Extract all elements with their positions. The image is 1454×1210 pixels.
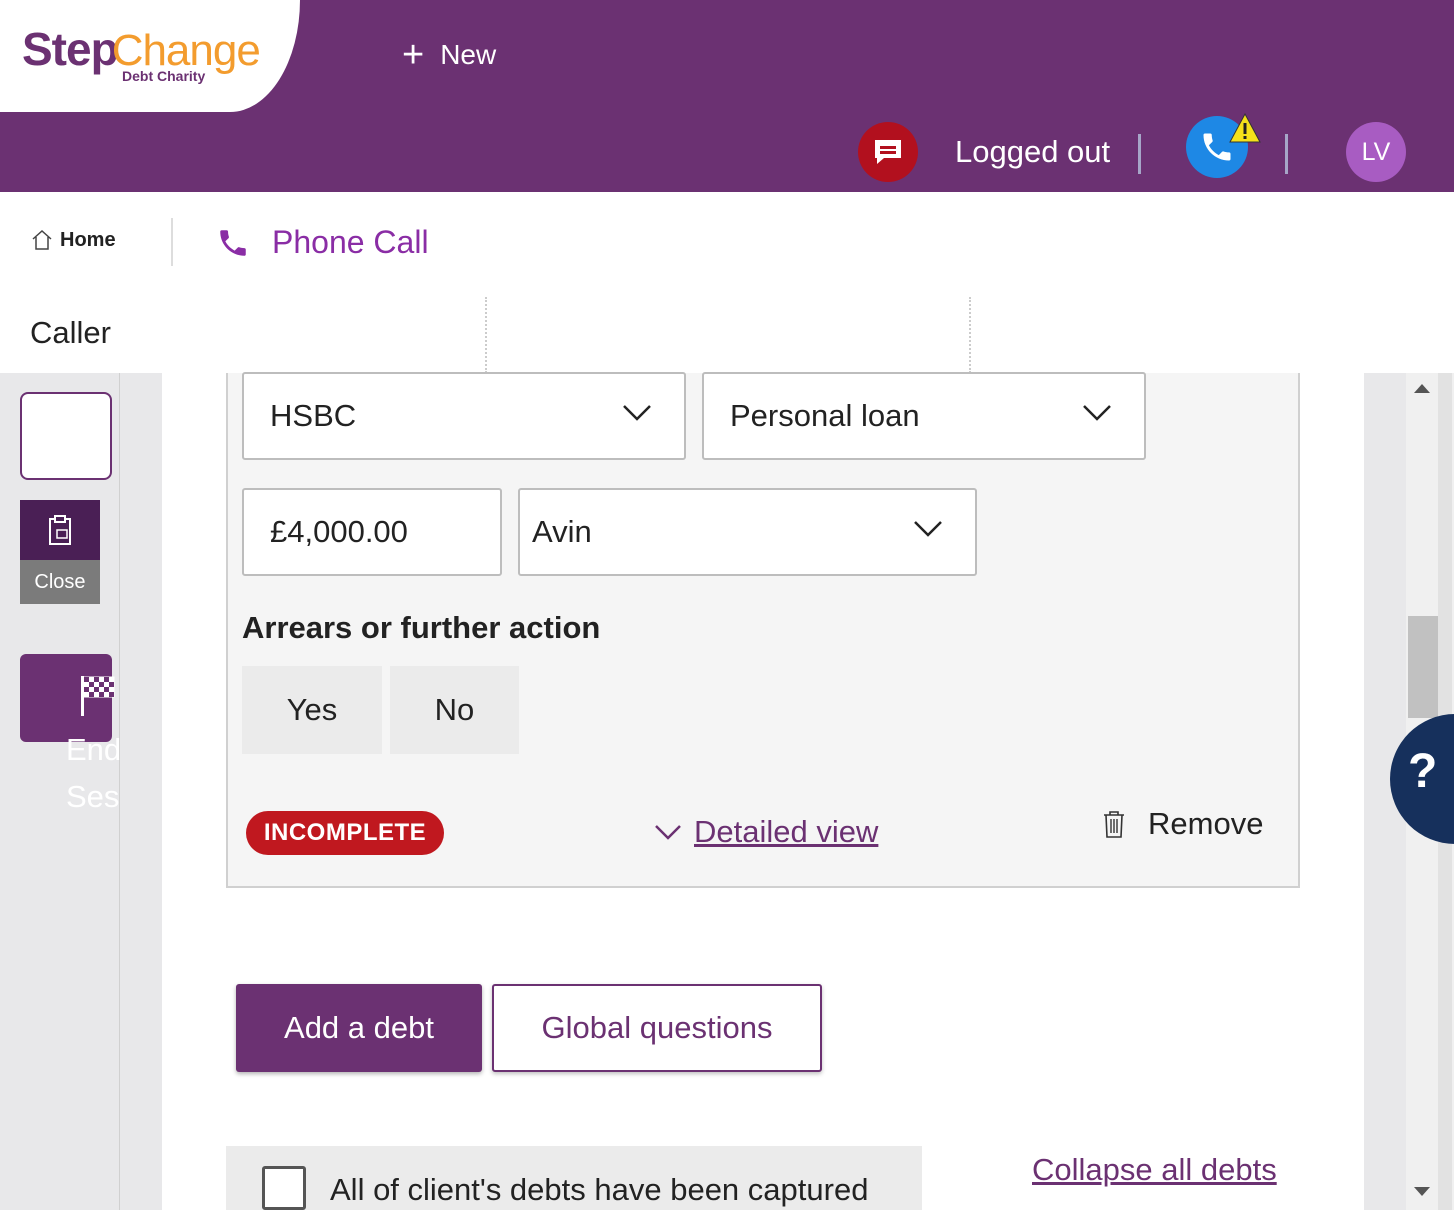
presence-status[interactable]: Logged out bbox=[955, 134, 1110, 170]
close-button[interactable]: Close bbox=[20, 500, 100, 604]
new-button-label: New bbox=[440, 39, 497, 70]
chevron-down-icon bbox=[655, 825, 681, 840]
clipboard-icon bbox=[20, 500, 100, 560]
arrears-yes-button[interactable]: Yes bbox=[242, 666, 382, 754]
add-debt-button[interactable]: Add a debt bbox=[236, 984, 482, 1072]
home-link[interactable]: Home bbox=[30, 228, 116, 252]
debts-captured-checkbox[interactable] bbox=[262, 1166, 306, 1210]
creditor-value: HSBC bbox=[270, 398, 357, 433]
logo-step-text: Step bbox=[22, 23, 119, 75]
remove-label: Remove bbox=[1148, 806, 1264, 841]
debt-type-select[interactable]: Personal loan bbox=[702, 372, 1146, 460]
new-button[interactable]: + New bbox=[402, 36, 496, 74]
scrollbar-thumb[interactable] bbox=[1408, 616, 1438, 718]
global-questions-button[interactable]: Global questions bbox=[492, 984, 822, 1072]
rail-blank-tile[interactable] bbox=[20, 392, 112, 480]
chevron-down-icon bbox=[914, 521, 942, 537]
caller-label: Caller bbox=[30, 315, 111, 350]
phone-call-tab[interactable]: Phone Call bbox=[216, 224, 429, 261]
scroll-up-icon[interactable] bbox=[1414, 384, 1430, 393]
trash-icon bbox=[1104, 811, 1124, 838]
debt-type-value: Personal loan bbox=[730, 398, 920, 433]
end-session-label: End Session bbox=[66, 732, 120, 814]
plus-icon: + bbox=[402, 34, 425, 76]
column-divider bbox=[485, 297, 487, 373]
chevron-down-icon bbox=[1083, 405, 1111, 421]
phone-call-label: Phone Call bbox=[272, 224, 429, 260]
close-label: Close bbox=[20, 560, 100, 604]
status-badge: INCOMPLETE bbox=[246, 811, 444, 855]
chevron-down-icon bbox=[623, 405, 651, 421]
scroll-down-icon[interactable] bbox=[1414, 1187, 1430, 1196]
detailed-view-link[interactable]: Detailed view bbox=[654, 814, 878, 850]
phone-icon bbox=[220, 229, 246, 256]
user-avatar[interactable]: LV bbox=[1346, 122, 1406, 182]
detailed-view-label: Detailed view bbox=[694, 814, 879, 849]
arrears-no-button[interactable]: No bbox=[390, 666, 519, 754]
breadcrumb: Home Phone Call bbox=[0, 192, 1454, 297]
column-divider bbox=[969, 297, 971, 373]
amount-input[interactable]: £4,000.00 bbox=[242, 488, 502, 576]
header-divider bbox=[1138, 134, 1141, 174]
arrears-question-label: Arrears or further action bbox=[242, 610, 601, 645]
warning-icon bbox=[1229, 112, 1261, 143]
home-icon bbox=[32, 229, 52, 250]
caller-header: Caller bbox=[0, 297, 1454, 373]
checkered-flag-icon bbox=[81, 676, 115, 716]
breadcrumb-divider bbox=[171, 218, 173, 266]
debt-owner-select[interactable]: Avin bbox=[518, 488, 977, 576]
chat-bubble-icon[interactable] bbox=[858, 122, 918, 182]
logo-area: StepChange Debt Charity bbox=[0, 0, 300, 112]
logo-subtitle: Debt Charity bbox=[122, 68, 206, 84]
content-gutter bbox=[120, 373, 162, 1210]
remove-button[interactable]: Remove bbox=[1102, 806, 1263, 842]
stepchange-logo[interactable]: StepChange Debt Charity bbox=[22, 22, 261, 84]
header-divider bbox=[1285, 134, 1288, 174]
home-label: Home bbox=[60, 228, 116, 251]
creditor-select[interactable]: HSBC bbox=[242, 372, 686, 460]
debt-owner-value: Avin bbox=[532, 514, 592, 549]
question-mark-icon: ? bbox=[1408, 745, 1438, 798]
collapse-all-debts-link[interactable]: Collapse all debts bbox=[1032, 1152, 1277, 1188]
debts-captured-label: All of client's debts have been captured bbox=[330, 1172, 869, 1207]
